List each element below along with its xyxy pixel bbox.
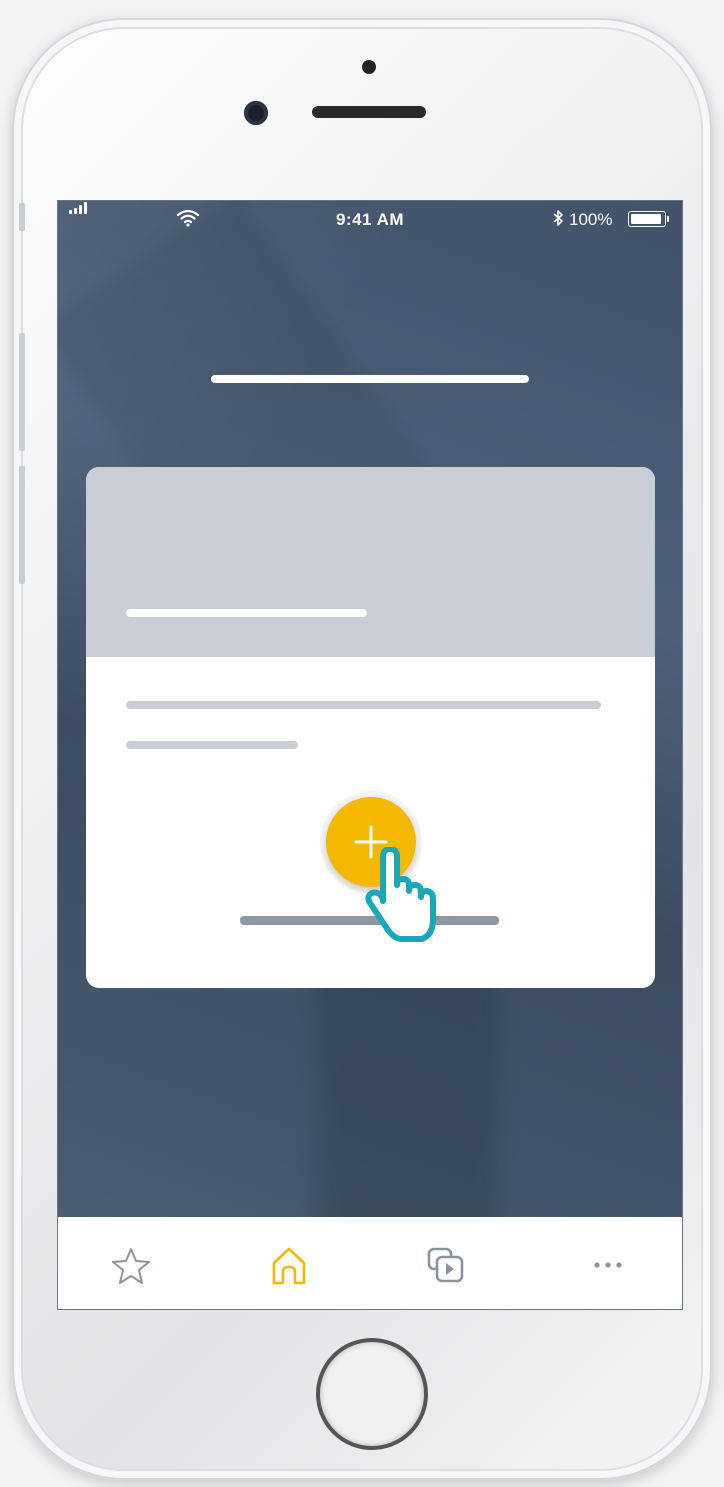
title-placeholder: [211, 375, 529, 383]
home-button[interactable]: [316, 1338, 428, 1450]
media-icon[interactable]: [422, 1241, 472, 1291]
volume-up-button: [19, 333, 25, 451]
star-icon[interactable]: [106, 1241, 156, 1291]
battery-percent: 100%: [569, 210, 613, 229]
card-title-placeholder: [126, 609, 367, 617]
tab-bar: [58, 1217, 682, 1309]
proximity-sensor: [362, 60, 376, 74]
front-camera: [244, 101, 268, 125]
card-text-line-1: [126, 701, 601, 709]
volume-down-button: [19, 466, 25, 584]
home-icon[interactable]: [264, 1241, 314, 1291]
content-card: [86, 467, 655, 988]
card-header: [86, 467, 655, 657]
mute-switch: [19, 203, 25, 231]
bluetooth-icon: [553, 210, 563, 226]
battery-icon: [628, 211, 669, 227]
status-bar: 9:41 AM 100%: [58, 201, 682, 237]
card-text-line-2: [126, 741, 298, 749]
earpiece-speaker: [312, 106, 426, 118]
hand-pointer-icon: [365, 847, 436, 942]
more-icon[interactable]: [583, 1241, 633, 1291]
app-screen: 9:41 AM 100%: [57, 200, 683, 1310]
